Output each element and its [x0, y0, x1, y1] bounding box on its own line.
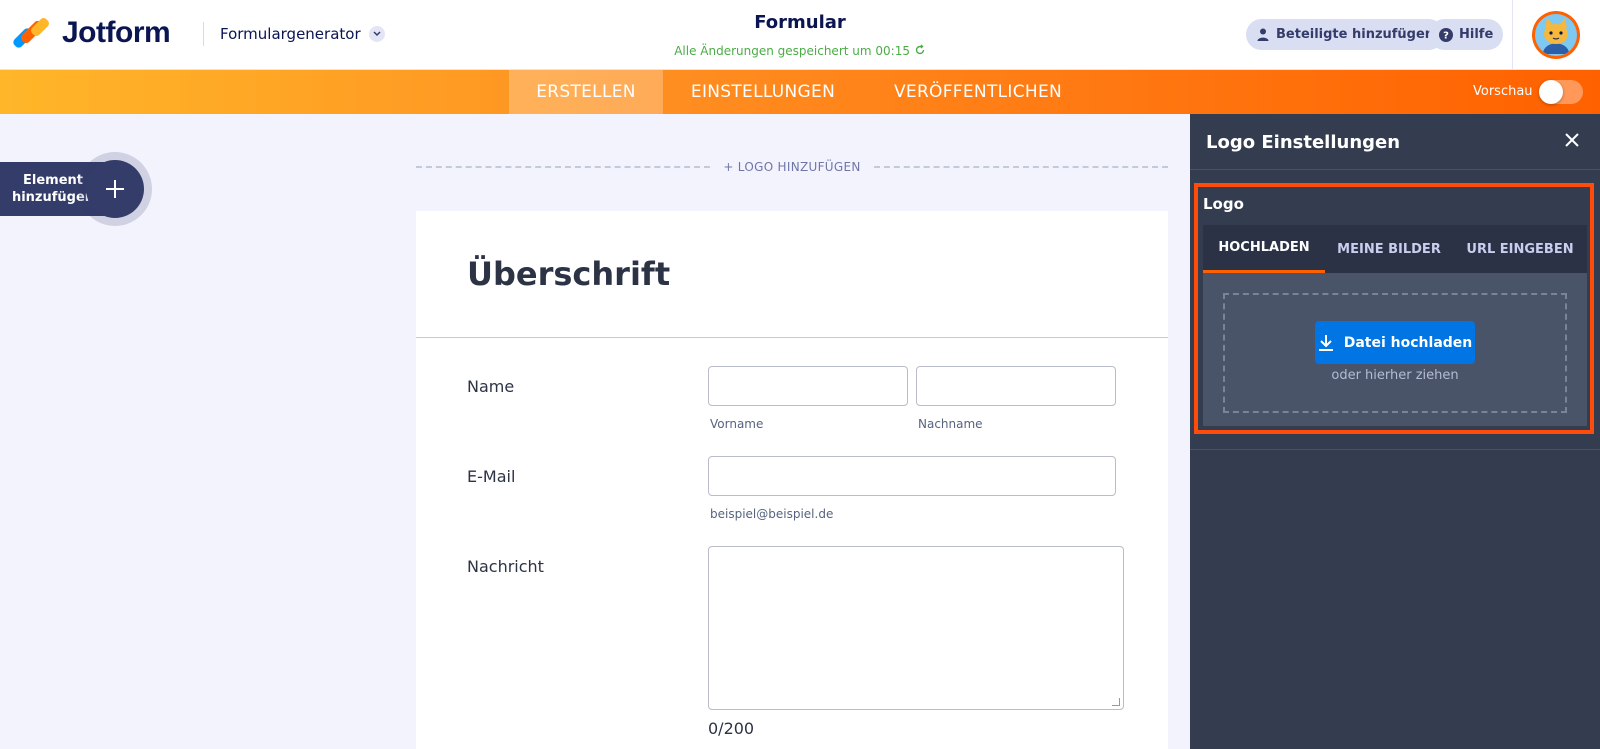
logo-source-tabs: HOCHLADEN MEINE BILDER URL EINGEBEN — [1203, 225, 1587, 273]
generator-label: Formulargenerator — [220, 25, 361, 43]
help-label: Hilfe — [1459, 27, 1494, 42]
header-divider — [203, 22, 204, 46]
tab-settings-label: EINSTELLUNGEN — [690, 82, 836, 102]
upload-file-button[interactable]: Datei hochladen — [1315, 321, 1475, 364]
top-header: Jotform Formulargenerator Formular Alle … — [0, 0, 1600, 70]
tab-enter-url[interactable]: URL EINGEBEN — [1453, 225, 1587, 273]
svg-text:?: ? — [1443, 30, 1449, 41]
jotform-logo[interactable]: Jotform — [11, 16, 171, 50]
last-name-input[interactable] — [916, 366, 1116, 406]
upload-file-label: Datei hochladen — [1343, 334, 1473, 351]
message-textarea[interactable] — [708, 546, 1124, 710]
form-card: Überschrift Name Vorname Nachname E-Mail… — [416, 211, 1168, 749]
logo-dashed-line-right — [874, 166, 1168, 168]
email-label: E-Mail — [467, 467, 516, 486]
panel-bottom-separator — [1190, 449, 1600, 450]
form-heading[interactable]: Überschrift — [467, 255, 670, 293]
toggle-knob — [1539, 80, 1563, 104]
message-counter: 0/200 — [708, 719, 755, 738]
tab-enter-url-label: URL EINGEBEN — [1466, 241, 1574, 257]
plus-icon[interactable] — [86, 160, 144, 218]
preview-toggle[interactable] — [1539, 80, 1583, 104]
tab-settings[interactable]: EINSTELLUNGEN — [672, 70, 854, 114]
jotform-logo-icon — [11, 16, 51, 50]
question-icon: ? — [1439, 27, 1453, 42]
first-name-input[interactable] — [708, 366, 908, 406]
panel-separator — [1190, 169, 1600, 170]
help-button[interactable]: ? Hilfe — [1429, 19, 1504, 50]
tab-upload[interactable]: HOCHLADEN — [1203, 225, 1325, 273]
download-icon — [1318, 334, 1334, 352]
tab-build-label: ERSTELLEN — [536, 82, 636, 102]
add-collaborators-label: Beteiligte hinzufügen — [1276, 27, 1435, 42]
name-label: Name — [467, 377, 515, 396]
refresh-icon — [914, 44, 926, 58]
builder-nav: ERSTELLEN EINSTELLUNGEN VERÖFFENTLICHEN — [0, 70, 1600, 114]
tab-upload-label: HOCHLADEN — [1218, 240, 1310, 255]
email-input[interactable] — [708, 456, 1116, 496]
email-sublabel: beispiel@beispiel.de — [710, 507, 834, 521]
heading-separator — [416, 337, 1168, 338]
user-avatar[interactable] — [1532, 11, 1580, 59]
drop-hint: oder hierher ziehen — [1331, 368, 1459, 383]
generator-dropdown[interactable]: Formulargenerator — [220, 25, 385, 43]
first-name-sublabel: Vorname — [710, 417, 764, 431]
user-icon — [1256, 28, 1270, 42]
save-status-text: Alle Änderungen gespeichert um 00:15 — [674, 44, 910, 58]
last-name-sublabel: Nachname — [918, 417, 983, 431]
resize-handle-icon[interactable] — [1112, 698, 1120, 706]
chevron-down-icon — [368, 26, 385, 42]
tab-my-images-label: MEINE BILDER — [1337, 241, 1441, 257]
add-collaborators-button[interactable]: Beteiligte hinzufügen — [1246, 19, 1445, 50]
tab-publish[interactable]: VERÖFFENTLICHEN — [880, 70, 1076, 114]
tab-build[interactable]: ERSTELLEN — [509, 70, 663, 114]
add-logo-button[interactable]: + LOGO HINZUFÜGEN — [710, 160, 874, 174]
brand-name: Jotform — [62, 16, 171, 49]
panel-title: Logo Einstellungen — [1206, 132, 1401, 153]
tab-publish-label: VERÖFFENTLICHEN — [893, 82, 1063, 102]
avatar-image — [1535, 14, 1577, 56]
tab-my-images[interactable]: MEINE BILDER — [1325, 225, 1453, 273]
logo-dashed-line-left — [416, 166, 710, 168]
logo-section-title: Logo — [1203, 195, 1244, 213]
header-separator — [1512, 0, 1513, 70]
message-label: Nachricht — [467, 557, 544, 576]
close-icon[interactable] — [1560, 128, 1584, 152]
preview-label: Vorschau — [1473, 84, 1533, 99]
